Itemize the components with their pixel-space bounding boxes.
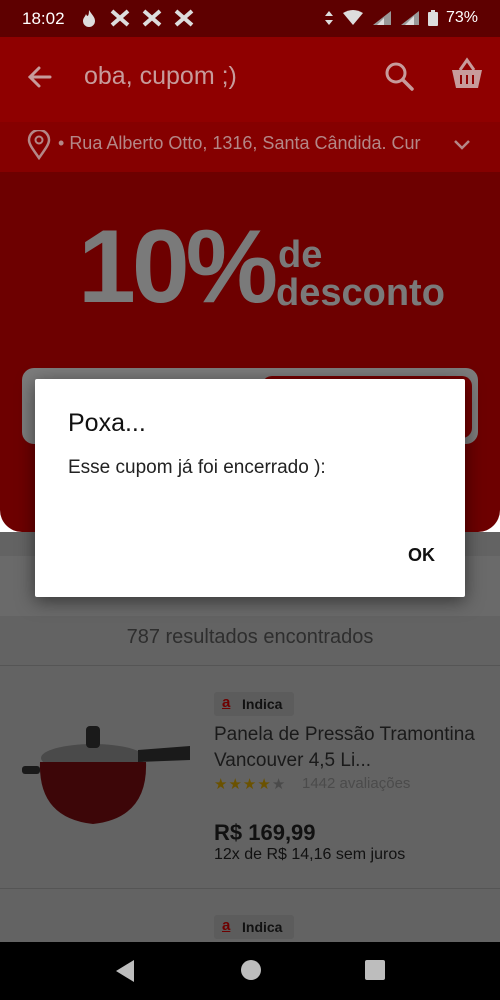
app-bar [0, 37, 500, 122]
star-icon: ★ [257, 776, 272, 793]
indica-badge: a Indica [214, 915, 294, 939]
status-right: 73% [324, 9, 478, 27]
indica-badge: a Indica [214, 692, 294, 716]
back-arrow-icon[interactable] [22, 56, 56, 98]
divider [0, 888, 500, 889]
review-count: 1442 avaliações [302, 775, 411, 792]
star-icon: ★ [271, 776, 287, 793]
x-notification-icon [142, 9, 162, 27]
battery-level: 73% [445, 9, 478, 26]
dialog-message: Esse cupom já foi encerrado ): [68, 457, 326, 478]
nav-recents-icon[interactable] [364, 959, 386, 981]
product-name[interactable]: Panela de Pressão Tramontina Vancouver 4… [214, 722, 484, 774]
pressure-cooker-image[interactable] [18, 718, 198, 833]
installment-info: 12x de R$ 14,16 sem juros [214, 846, 406, 863]
search-icon[interactable] [381, 58, 417, 94]
star-icon: ★ [242, 776, 258, 793]
wifi-icon [342, 10, 363, 25]
x-notification-icon [174, 9, 194, 27]
discount-label-line1: de [278, 234, 323, 276]
nav-home-icon[interactable] [239, 958, 263, 982]
signal-icon [372, 11, 391, 25]
delivery-address-text: Rua Alberto Otto, 1316, Santa Cândida. C… [69, 133, 421, 153]
coupon-expired-dialog: Poxa... Esse cupom já foi encerrado ): O… [35, 379, 465, 597]
results-count: 787 resultados encontrados [126, 626, 374, 648]
star-icon: ★ [214, 776, 229, 793]
status-time: 18:02 [22, 9, 65, 28]
chevron-down-icon[interactable] [452, 135, 472, 155]
dialog-title: Poxa... [68, 409, 146, 437]
signal-icon [400, 11, 419, 25]
data-arrows-icon [324, 11, 333, 25]
discount-label-line2: desconto [276, 272, 445, 314]
badge-label: Indica [242, 919, 283, 935]
ok-button[interactable]: OK [408, 545, 435, 566]
rating-stars: ★★★★★ [214, 775, 286, 793]
nav-back-icon[interactable] [112, 958, 138, 984]
basket-icon[interactable] [448, 56, 486, 94]
battery-icon [427, 10, 438, 26]
notification-icons [80, 9, 194, 27]
fire-icon [83, 10, 95, 27]
status-bar: 18:02 73% [0, 0, 500, 37]
divider [0, 665, 500, 666]
badge-label: Indica [242, 696, 283, 712]
x-notification-icon [110, 9, 130, 27]
star-icon: ★ [228, 776, 243, 793]
brand-a-icon: a [222, 917, 231, 934]
product-price: R$ 169,99 [214, 820, 316, 845]
discount-percent: 10% [78, 209, 278, 325]
brand-a-icon: a [222, 694, 231, 711]
location-pin-icon [27, 130, 51, 160]
delivery-address[interactable]: • Rua Alberto Otto, 1316, Santa Cândida.… [58, 133, 438, 154]
page-title: oba, cupom ;) [84, 62, 237, 90]
